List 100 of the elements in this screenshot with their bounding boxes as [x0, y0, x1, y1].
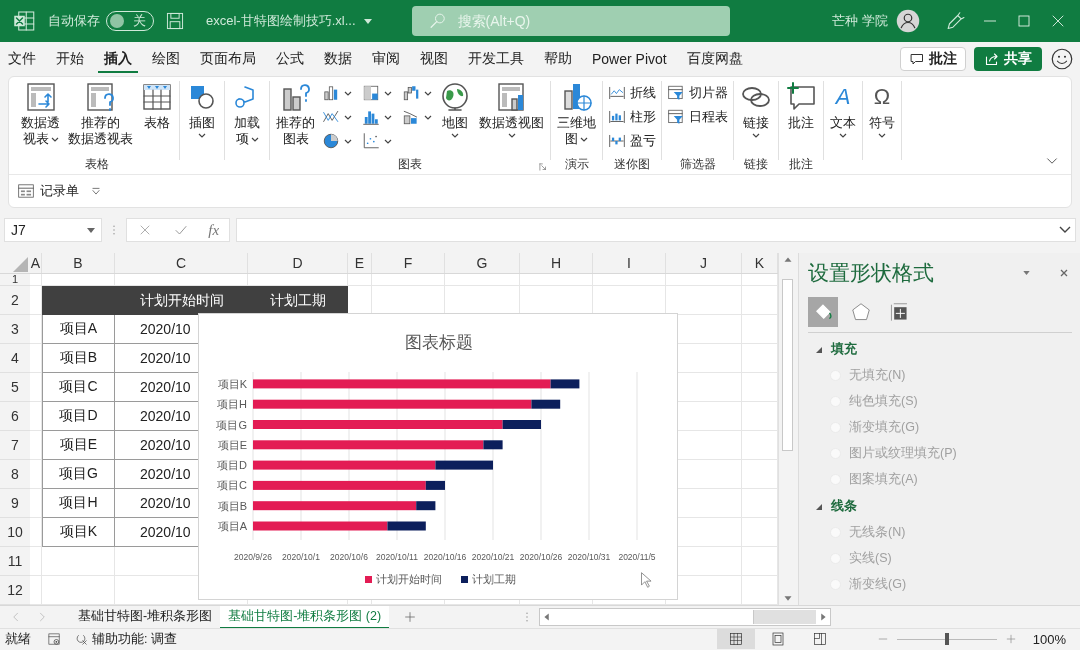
ribbon-button[interactable]: 柱形: [606, 105, 658, 129]
sheet-tab[interactable]: 基础甘特图-堆积条形图 (2): [220, 605, 390, 629]
bar[interactable]: [531, 399, 561, 409]
menu-tab[interactable]: 开始: [50, 45, 90, 73]
row-header[interactable]: 2: [0, 286, 30, 315]
column-header[interactable]: E: [348, 253, 372, 273]
smiley-icon[interactable]: [1050, 47, 1074, 71]
ribbon-button[interactable]: 批注: [782, 81, 820, 156]
ribbon-button[interactable]: A 文本: [827, 81, 859, 156]
ribbon-button[interactable]: 插图: [183, 81, 221, 156]
column-header[interactable]: A: [30, 253, 42, 273]
menu-tab[interactable]: 帮助: [538, 45, 578, 73]
share-button[interactable]: 共享: [974, 47, 1042, 71]
axis-label: 项目C: [217, 479, 247, 492]
column-header[interactable]: F: [372, 253, 445, 273]
row-header[interactable]: 11: [0, 547, 30, 576]
menu-tab[interactable]: 插入: [98, 45, 138, 73]
ribbon-button[interactable]: 链接: [737, 81, 775, 156]
bar[interactable]: [550, 379, 580, 389]
view-button[interactable]: [716, 629, 755, 649]
formula-input[interactable]: [236, 218, 1076, 242]
row-header[interactable]: 10: [0, 518, 30, 547]
menu-tab[interactable]: 百度网盘: [680, 45, 749, 73]
accessibility-button[interactable]: 辅助功能: 调查: [74, 630, 177, 648]
scroll-thumb[interactable]: [554, 610, 755, 624]
ribbon-button[interactable]: 三维地 图: [554, 81, 599, 156]
menu-tab[interactable]: Power Pivot: [586, 46, 673, 72]
axis-label: 2020/9/26: [234, 552, 272, 562]
axis-label: 2020/10/31: [567, 552, 611, 562]
axis-label: 项目G: [216, 418, 247, 431]
menu-tab[interactable]: 审阅: [366, 45, 406, 73]
chart-area[interactable]: 图表标题 项目K 项目H 项目G 项目E 项目D 项目C 项目B 项目A 2020/9/26 2020/10/1 2020/10/6 2020/10/11 2020/10/16 2020/10/21 2020/10/26 2020/10/31 2020/11/5 计划开始时间 计划工期: [198, 313, 678, 600]
caret-icon[interactable]: [1023, 271, 1030, 275]
column-header[interactable]: G: [445, 253, 520, 273]
zoom-level[interactable]: 100%: [1032, 631, 1066, 647]
grid-view-icon: [727, 631, 744, 647]
chart-title: 图表标题: [405, 333, 473, 352]
row-header[interactable]: 1: [0, 274, 30, 286]
expand-toggle-icon[interactable]: [816, 346, 822, 353]
row-header[interactable]: 4: [0, 344, 30, 373]
pen-icon[interactable]: [944, 10, 966, 32]
pie-chart-icon: [322, 132, 340, 150]
ribbon-button[interactable]: 地图: [436, 81, 474, 156]
ribbon-button[interactable]: 加载 项: [228, 81, 266, 156]
column-header[interactable]: H: [520, 253, 593, 273]
column-header[interactable]: D: [248, 253, 348, 273]
legend-label: 计划工期: [472, 573, 516, 585]
table-cell: 项目G: [42, 460, 115, 489]
caret-icon[interactable]: [363, 18, 372, 24]
ribbon-button[interactable]: 数据透视图: [476, 81, 547, 156]
name-box[interactable]: J7: [4, 218, 102, 242]
menu-tab[interactable]: 开发工具: [462, 45, 530, 73]
menu-tab[interactable]: 视图: [414, 45, 454, 73]
horizontal-scrollbar[interactable]: [539, 608, 832, 626]
scroll-thumb[interactable]: [782, 279, 793, 451]
menu-tab[interactable]: 页面布局: [194, 45, 262, 73]
row-header[interactable]: 5: [0, 373, 30, 402]
save-icon[interactable]: [164, 10, 186, 32]
avatar-icon[interactable]: [896, 9, 920, 33]
row-header[interactable]: 12: [0, 576, 30, 605]
close-icon[interactable]: [1060, 269, 1068, 277]
row-header[interactable]: 8: [0, 460, 30, 489]
macro-record-icon[interactable]: [47, 631, 62, 647]
expand-toggle-icon[interactable]: [816, 503, 822, 510]
bar[interactable]: [435, 460, 493, 470]
column-header[interactable]: B: [42, 253, 115, 273]
column-header[interactable]: I: [593, 253, 666, 273]
column-header[interactable]: C: [115, 253, 248, 273]
row-header[interactable]: 3: [0, 315, 30, 344]
slider-thumb[interactable]: [944, 633, 949, 645]
ribbon-button[interactable]: 切片器: [665, 81, 730, 105]
ribbon-button[interactable]: 表格: [138, 81, 176, 156]
menu-tab[interactable]: 数据: [318, 45, 358, 73]
sheet-tab[interactable]: 基础甘特图-堆积条形图: [70, 605, 221, 629]
vertical-scrollbar[interactable]: [778, 253, 796, 605]
expand-icon[interactable]: [1059, 226, 1071, 234]
column-header[interactable]: J: [666, 253, 742, 273]
file-name[interactable]: excel-甘特图绘制技巧.xl...: [206, 12, 356, 30]
row-header[interactable]: 6: [0, 402, 30, 431]
ribbon-button[interactable]: 推荐的 图表: [273, 81, 318, 156]
ribbon-button[interactable]: 日程表: [665, 105, 730, 129]
form-button[interactable]: 记录单: [17, 182, 79, 200]
dialog-launcher-icon[interactable]: [538, 162, 548, 172]
ribbon-button[interactable]: 折线: [606, 81, 658, 105]
bar[interactable]: [416, 501, 436, 511]
menu-tab[interactable]: 绘图: [146, 45, 186, 73]
ribbon-button[interactable]: 数据透 视表: [18, 81, 63, 156]
row-header[interactable]: 7: [0, 431, 30, 460]
bar[interactable]: [483, 440, 503, 450]
menu-tab[interactable]: 公式: [270, 45, 310, 73]
bar[interactable]: [425, 480, 445, 490]
insert-function-button[interactable]: fx: [208, 221, 220, 239]
menu-tab[interactable]: 文件: [2, 45, 42, 73]
ribbon-button[interactable]: 推荐的 数据透视表: [65, 81, 136, 156]
ribbon-button[interactable]: Ω 符号: [866, 81, 898, 156]
row-header[interactable]: 9: [0, 489, 30, 518]
search-field[interactable]: 搜索(Alt+Q): [411, 6, 730, 36]
comments-button[interactable]: 批注: [900, 47, 966, 71]
ribbon-button[interactable]: 盈亏: [606, 129, 658, 153]
section-label: 线条: [831, 498, 857, 515]
